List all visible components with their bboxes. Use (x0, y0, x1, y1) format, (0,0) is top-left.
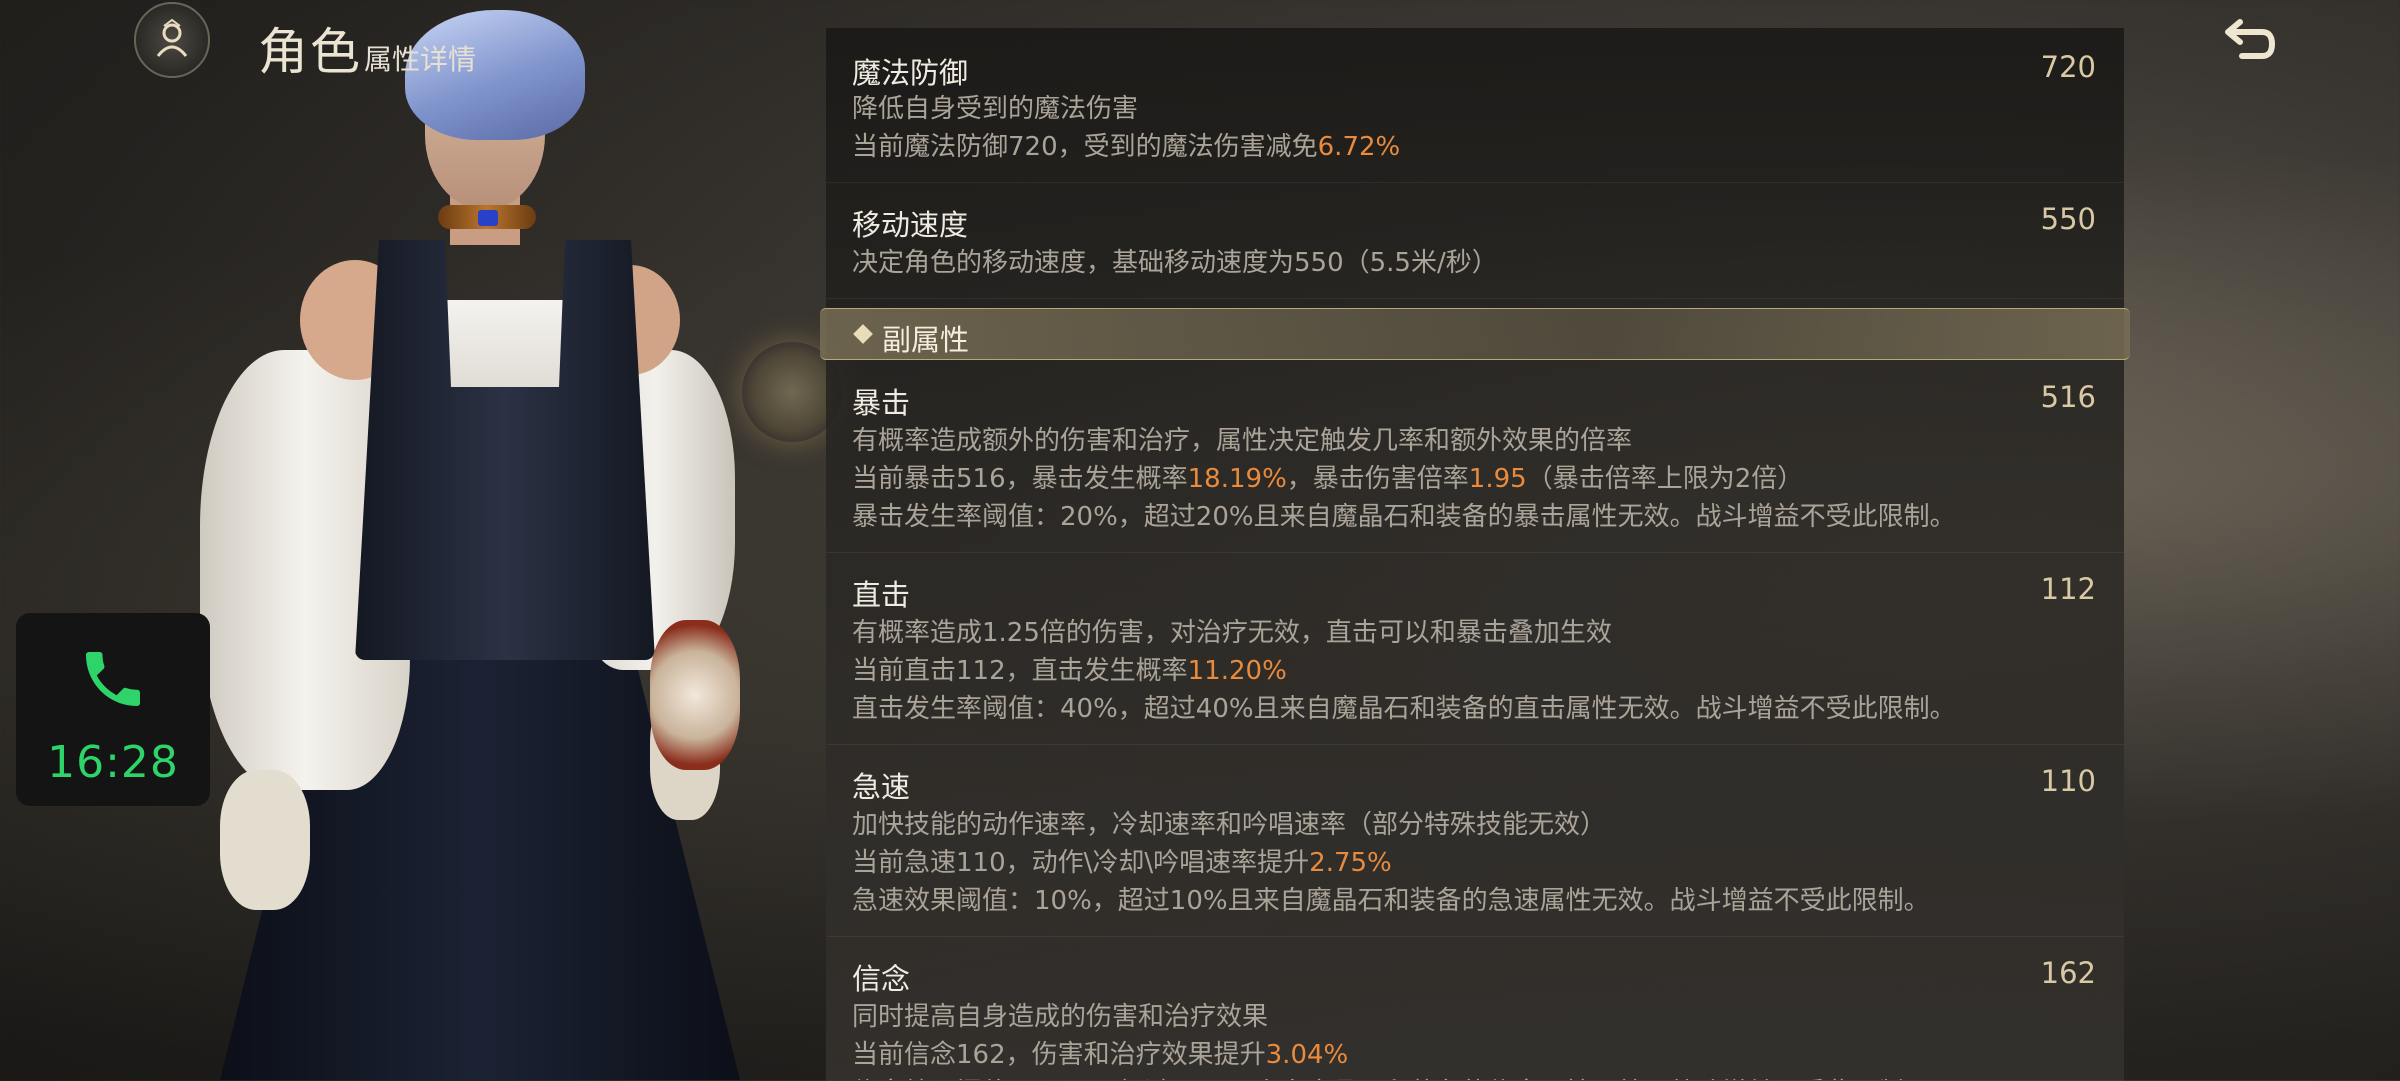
page-title: 角色 (258, 23, 362, 81)
attribute-current: 当前急速110，动作\冷却\吟唱速率提升2.75% (852, 848, 1392, 878)
attribute-name: 直击 (852, 578, 911, 612)
attribute-name: 移动速度 (852, 208, 969, 242)
attribute-row-direct-hit: 直击 112 有概率造成1.25倍的伤害，对治疗无效，直击可以和暴击叠加生效 当… (826, 552, 2124, 745)
phone-icon (86, 652, 140, 706)
attribute-description: 降低自身受到的魔法伤害 (852, 94, 1139, 124)
attribute-current: 当前魔法防御720，受到的魔法伤害减免6.72% (852, 132, 1401, 162)
highlight-value: 2.75% (1309, 848, 1392, 878)
attribute-value: 516 (2040, 380, 2096, 414)
attribute-row-haste: 急速 110 加快技能的动作速率，冷却速率和吟唱速率（部分特殊技能无效） 当前急… (826, 744, 2124, 937)
return-arrow-icon (2225, 19, 2276, 59)
attribute-name: 暴击 (852, 386, 911, 420)
highlight-value: 6.72% (1317, 132, 1401, 162)
character-model[interactable] (180, 0, 800, 1080)
highlight-value: 18.19% (1187, 464, 1287, 494)
attribute-description: 同时提高自身造成的伤害和治疗效果 (852, 1002, 1269, 1032)
highlight-value: 3.04% (1265, 1040, 1349, 1070)
attribute-description: 加快技能的动作速率，冷却速率和吟唱速率（部分特殊技能无效） (852, 810, 1607, 840)
attribute-description: 决定角色的移动速度，基础移动速度为550（5.5米/秒） (852, 248, 1498, 278)
attribute-name: 信念 (852, 962, 911, 996)
character-choker-gem (478, 210, 498, 226)
character-weapon (650, 620, 740, 770)
attribute-current: 当前暴击516，暴击发生概率18.19%，暴击伤害倍率1.95（暴击倍率上限为2… (852, 464, 1804, 494)
attribute-current: 当前信念162，伤害和治疗效果提升3.04% (852, 1040, 1349, 1070)
section-header-secondary: 副属性 (820, 308, 2130, 360)
back-button[interactable] (2214, 14, 2282, 78)
attribute-row-magic-defense: 魔法防御 720 降低自身受到的魔法伤害 当前魔法防御720，受到的魔法伤害减免… (826, 28, 2124, 183)
attribute-value: 112 (2040, 572, 2096, 606)
attribute-threshold: 急速效果阈值：10%，超过10%且来自魔晶石和装备的急速属性无效。战斗增益不受此… (852, 886, 1930, 916)
highlight-value: 11.20% (1187, 656, 1287, 686)
attribute-name: 急速 (852, 770, 911, 804)
attribute-name: 魔法防御 (852, 56, 969, 90)
attribute-row-determination: 信念 162 同时提高自身造成的伤害和治疗效果 当前信念162，伤害和治疗效果提… (826, 936, 2124, 1081)
section-title: 副属性 (882, 323, 970, 357)
attribute-value: 720 (2040, 50, 2096, 84)
diamond-icon (853, 324, 873, 344)
attribute-current: 当前直击112，直击发生概率11.20% (852, 656, 1287, 686)
call-timer: 16:28 (47, 737, 179, 788)
character-hand-left (220, 770, 310, 910)
attribute-value: 550 (2040, 202, 2096, 236)
attribute-threshold: 暴击发生率阈值：20%，超过20%且来自魔晶石和装备的暴击属性无效。战斗增益不受… (852, 502, 1956, 532)
attribute-description: 有概率造成1.25倍的伤害，对治疗无效，直击可以和暴击叠加生效 (852, 618, 1612, 648)
call-widget[interactable]: 16:28 (16, 613, 210, 806)
attribute-threshold: 直击发生率阈值：40%，超过40%且来自魔晶石和装备的直击属性无效。战斗增益不受… (852, 694, 1956, 724)
page-subtitle: 属性详情 (364, 43, 477, 76)
attribute-value: 162 (2040, 956, 2096, 990)
attribute-value: 110 (2040, 764, 2096, 798)
attribute-row-crit: 暴击 516 有概率造成额外的伤害和治疗，属性决定触发几率和额外效果的倍率 当前… (826, 360, 2124, 553)
character-emblem-icon[interactable] (134, 2, 210, 78)
highlight-value: 1.95 (1468, 464, 1527, 494)
attribute-description: 有概率造成额外的伤害和治疗，属性决定触发几率和额外效果的倍率 (852, 426, 1633, 456)
attribute-row-move-speed: 移动速度 550 决定角色的移动速度，基础移动速度为550（5.5米/秒） (826, 182, 2124, 299)
